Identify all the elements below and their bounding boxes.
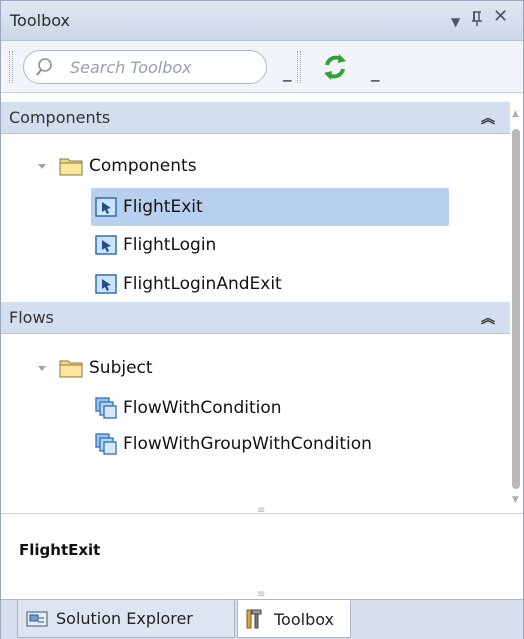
tree-item-flowwithgroupwithcondition[interactable]: FlowWithGroupWithCondition — [95, 425, 372, 463]
expand-arrow-icon[interactable] — [37, 161, 47, 171]
panel-title: Toolbox — [10, 11, 70, 30]
section-label: Flows — [9, 308, 54, 327]
tree-item-flightlogin[interactable]: FlightLogin — [95, 226, 216, 264]
tab-toolbox[interactable]: Toolbox — [237, 600, 351, 638]
toolbar-grip-2[interactable] — [297, 51, 301, 83]
dropdown-triangle-icon[interactable]: ▼ — [451, 12, 460, 32]
refresh-icon[interactable] — [319, 51, 351, 83]
search-dropdown-arrow-icon[interactable]: ▁ — [283, 69, 291, 82]
item-label: FlightExit — [123, 197, 203, 217]
pin-icon-shape — [472, 11, 482, 26]
pin-icon[interactable] — [471, 9, 485, 32]
solution-explorer-icon — [26, 610, 48, 627]
component-icon — [95, 197, 117, 217]
component-icon — [95, 274, 117, 294]
tree-folder-subject[interactable]: Subject — [37, 349, 153, 387]
toolbar-grip[interactable] — [9, 51, 13, 83]
item-label: FlowWithGroupWithCondition — [123, 434, 372, 454]
title-bar: Toolbox ▼ ✕ — [1, 1, 523, 41]
flow-icon — [95, 433, 117, 455]
tab-label: Toolbox — [274, 609, 334, 629]
collapse-icon[interactable]: ︽ — [481, 108, 495, 128]
item-label: FlightLogin — [123, 235, 217, 255]
tab-bar: Solution Explorer Toolbox — [1, 599, 523, 639]
scroll-down-icon[interactable]: ▼ — [512, 495, 519, 505]
tree-item-flightloginandexit[interactable]: FlightLoginAndExit — [95, 265, 282, 303]
section-header-components[interactable]: Components ︽ — [1, 102, 511, 134]
tab-solution-explorer[interactable]: Solution Explorer — [17, 600, 235, 638]
folder-label: Components — [89, 156, 197, 176]
scroll-thumb[interactable] — [512, 129, 520, 489]
folder-label: Subject — [89, 358, 153, 378]
splitter-grip-icon[interactable]: ≡ — [257, 505, 265, 516]
search-box[interactable]: Search Toolbox — [23, 50, 267, 84]
section-header-flows[interactable]: Flows ︽ — [1, 302, 511, 334]
item-label: FlowWithCondition — [123, 398, 282, 418]
toolbox-icon — [246, 609, 262, 629]
collapse-icon[interactable]: ︽ — [481, 308, 495, 328]
section-label: Components — [9, 108, 111, 127]
search-input[interactable]: Search Toolbox — [70, 58, 192, 77]
toolbox-panel: Toolbox ▼ ✕ Search Toolbox ▁ ▁ Component… — [0, 0, 524, 639]
flow-icon — [95, 397, 117, 419]
description-title: FlightExit — [19, 541, 101, 559]
scroll-up-icon[interactable]: ▲ — [512, 109, 519, 119]
close-icon[interactable]: ✕ — [493, 7, 508, 27]
expand-arrow-icon[interactable] — [37, 363, 47, 373]
refresh-dropdown-arrow-icon[interactable]: ▁ — [371, 69, 379, 82]
component-icon — [95, 235, 117, 255]
folder-icon — [59, 360, 83, 378]
toolbar: Search Toolbox ▁ ▁ — [1, 41, 523, 93]
tree-item-flowwithcondition[interactable]: FlowWithCondition — [95, 389, 282, 427]
folder-icon — [59, 158, 83, 176]
tree-item-flightexit[interactable]: FlightExit — [91, 188, 449, 226]
vertical-scrollbar[interactable]: ▲ ▼ — [510, 93, 523, 513]
tree-folder-components[interactable]: Components — [37, 147, 197, 185]
tab-label: Solution Explorer — [56, 609, 193, 628]
search-icon — [36, 58, 52, 76]
item-label: FlightLoginAndExit — [123, 274, 282, 294]
